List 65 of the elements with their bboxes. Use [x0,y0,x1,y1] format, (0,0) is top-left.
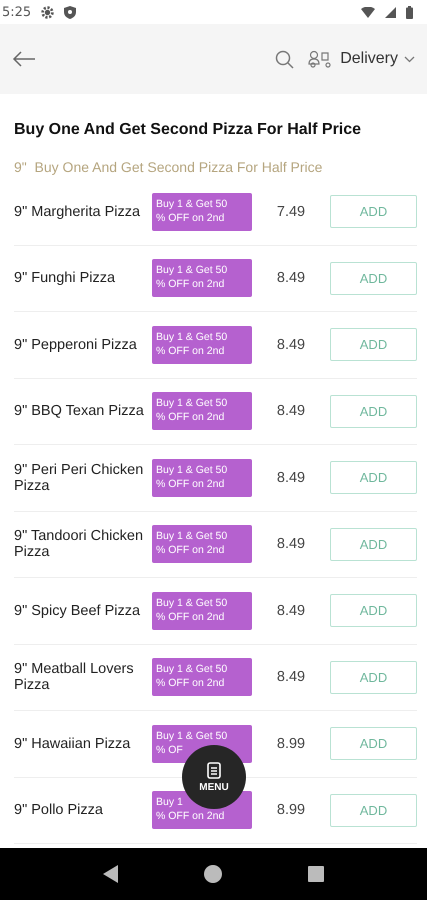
item-name: 9" Meatball Lovers Pizza [14,661,135,694]
item-name: 9" Tandoori Chicken Pizza [14,528,144,560]
add-button[interactable]: ADD [330,262,417,295]
add-button[interactable]: ADD [330,660,417,694]
offer-text: % OFF on 2nd [156,476,224,491]
offer-text: Buy 1 & Get 50 [156,396,228,410]
section-title: Buy One And Get Second Pizza For Half Price [13,120,362,139]
offer-text: % OFF on 2nd [156,676,224,690]
add-button[interactable]: ADD [330,328,417,362]
item-price: 8.49 [276,536,306,552]
item-name: 9" Pollo Pizza [14,802,104,818]
offer-text: % OFF on 2nd [156,543,224,558]
item-price: 8.49 [276,336,306,353]
recents-nav-icon[interactable] [308,866,324,882]
offer-text: % OFF on 2nd [156,410,224,424]
offer-text: % OFF on 2nd [156,277,224,292]
add-button[interactable]: ADD [330,394,417,428]
item-price: 8.99 [276,736,306,752]
offer-text: Buy 1 & Get 50 [156,529,228,544]
offer-text: % OF [156,742,183,757]
item-name: 9" Margherita Pizza [14,204,142,220]
search-button[interactable] [275,50,294,68]
offer-text: % OFF on 2nd [156,809,224,824]
item-name: 9" BBQ Texan Pizza [14,403,145,420]
home-nav-icon[interactable] [204,865,222,883]
offer-text: Buy 1 & Get 50 [156,728,228,743]
item-name: 9" Peri Peri Chicken Pizza [14,462,144,494]
add-button[interactable]: ADD [330,594,417,628]
item-price: 8.49 [276,669,306,686]
wifi-icon [361,6,375,18]
add-button[interactable]: ADD [330,461,417,494]
back-nav-icon[interactable] [102,865,119,883]
item-price: 8.49 [276,270,306,286]
chevron-down-icon [404,56,415,62]
item-price: 8.99 [276,802,306,818]
offer-text: Buy 1 & Get 50 [156,263,228,278]
offer-text: Buy 1 & Get 50 [156,196,228,211]
offer-text: % OFF on 2nd [156,344,224,358]
item-name: 9" Spicy Beef Pizza [14,602,142,619]
signal-icon [385,6,396,18]
item-name: 9" Pepperoni Pizza [14,336,138,353]
offer-text: % OFF on 2nd [156,610,224,624]
add-button[interactable]: ADD [330,528,417,561]
item-price: 7.49 [276,204,306,220]
item-price: 8.49 [276,470,306,486]
document-icon [207,762,221,778]
offer-text: % OFF on 2nd [156,210,224,225]
offer-text: Buy 1 & Get 50 [156,330,228,344]
item-price: 8.49 [276,602,306,619]
delivery-selector[interactable]: Delivery [308,50,415,68]
offer-text: Buy 1 & Get 50 [156,596,228,610]
offer-text: Buy 1 & Get 50 [156,662,228,676]
add-button[interactable]: ADD [330,794,417,827]
add-button[interactable]: ADD [330,195,417,228]
battery-icon [406,6,413,18]
item-price: 8.49 [276,403,306,420]
item-name: 9" Hawaiian Pizza [14,736,132,752]
item-name: 9" Funghi Pizza [14,270,116,286]
status-time: 5:25 [2,4,32,20]
back-button[interactable] [12,50,36,68]
shield-icon [64,6,76,18]
add-button[interactable]: ADD [330,727,417,760]
category-subtitle: 9" Buy One And Get Second Pizza For Half Price [13,158,324,177]
offer-text: Buy 1 & Get 50 [156,462,228,477]
offer-text: Buy 1 [156,795,183,810]
